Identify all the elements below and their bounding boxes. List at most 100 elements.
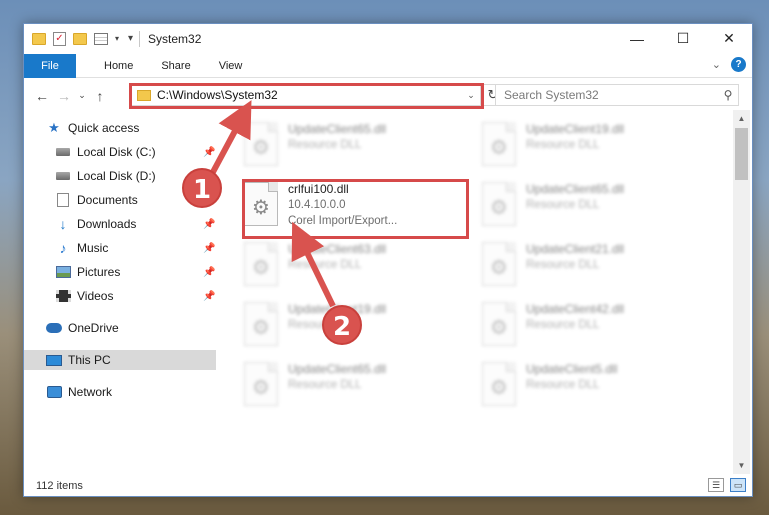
computer-icon [46,353,62,367]
pin-icon[interactable]: 📌 [203,267,215,278]
tab-file[interactable]: File [24,53,76,78]
downloads-icon: ↓ [59,216,67,232]
search-icon[interactable]: ⚲ [718,88,738,102]
list-item[interactable]: ⚙ UpdateClient21.dll Resource DLL [482,240,712,292]
scroll-up-icon[interactable]: ▲ [733,110,750,127]
item-count: 112 items [36,479,83,492]
network-icon [46,385,62,399]
view-switcher: ☰ ▭ [708,478,746,492]
gear-icon: ⚙ [252,377,270,399]
drive-icon [55,169,71,183]
sidebar-item-label: Quick access [68,121,140,135]
list-item[interactable]: ⚙ UpdateClient63.dll Resource DLL [244,240,474,292]
gear-icon: ⚙ [252,137,270,159]
dll-file-icon: ⚙ [244,122,278,166]
up-button[interactable]: ↑ [89,85,111,107]
details-view-icon[interactable]: ☰ [708,478,724,492]
vertical-scrollbar[interactable]: ▲ ▼ [733,110,750,474]
quick-access-toolbar: ✓ ▾ ▾ [24,31,133,46]
pin-icon[interactable]: 📌 [203,291,215,302]
pin-icon[interactable]: 📌 [203,147,215,158]
dll-file-icon: ⚙ [482,122,516,166]
list-item[interactable]: ⚙ UpdateClient5.dll Resource DLL [482,360,712,412]
scroll-down-icon[interactable]: ▼ [733,457,750,474]
sidebar-item-label: Network [68,385,113,399]
properties-check-icon[interactable]: ✓ [53,31,66,46]
sidebar-item-documents[interactable]: Documents [55,190,138,210]
dll-file-icon: ⚙ [244,362,278,406]
expand-ribbon-icon[interactable]: ⌄ [712,58,721,71]
window-controls: — ☐ ✕ [614,24,752,53]
dll-file-icon: ⚙ [482,182,516,226]
customize-toolbar-icon[interactable]: ▾ [128,33,133,44]
list-item[interactable]: ⚙ UpdateClient65.dll Resource DLL [244,120,474,172]
drive-icon [55,145,71,159]
sidebar-item-music[interactable]: ♪ Music 📌 [55,238,216,258]
search-box[interactable]: ⚲ [495,84,739,106]
sidebar-item-pictures[interactable]: Pictures 📌 [55,262,215,282]
tab-share[interactable]: Share [147,54,204,78]
sidebar-item-label: Pictures [77,265,121,279]
maximize-button[interactable]: ☐ [660,24,706,53]
scroll-thumb[interactable] [735,128,748,180]
step-2-badge: 2 [322,305,362,345]
sidebar-item-local-disk-d[interactable]: Local Disk (D:) [55,166,156,186]
back-button[interactable]: ← [31,85,53,107]
title-divider [139,30,141,47]
tab-view[interactable]: View [205,54,257,78]
tab-home[interactable]: Home [90,54,147,78]
sidebar-item-label: Local Disk (C:) [77,145,156,159]
sidebar-item-onedrive[interactable]: OneDrive [46,318,119,338]
ribbon-controls: ⌄ ? [712,57,746,72]
sidebar-item-label: Documents [77,193,138,207]
navigation-pane: ★ Quick access Local Disk (C:) 📌 Local D… [24,118,216,474]
minimize-button[interactable]: — [614,24,660,53]
sidebar-item-local-disk-c[interactable]: Local Disk (C:) 📌 [55,142,215,162]
pictures-icon [55,265,71,279]
file-list: ⚙ UpdateClient65.dll Resource DLL ⚙ Updat… [228,110,730,474]
gear-icon: ⚙ [490,317,508,339]
title-bar: ✓ ▾ ▾ System32 — ☐ ✕ [24,24,752,53]
tiles-view-icon[interactable]: ▭ [730,478,746,492]
sidebar-item-label: Music [77,241,109,255]
sidebar-item-label: Videos [77,289,114,303]
close-button[interactable]: ✕ [706,24,752,53]
list-item[interactable]: ⚙ UpdateClient42.dll Resource DLL [482,300,712,352]
file-highlight-box [242,179,469,239]
new-folder-icon[interactable] [73,32,87,45]
ribbon-tabs: File Home Share View ⌄ ? [24,53,752,78]
gear-icon: ⚙ [490,257,508,279]
chevron-down-icon[interactable]: ▾ [115,34,119,43]
help-icon[interactable]: ? [731,57,746,72]
recent-locations-icon[interactable]: ⌄ [75,85,89,107]
sidebar-item-quick-access[interactable]: ★ Quick access [46,118,139,138]
gear-icon: ⚙ [490,197,508,219]
onedrive-icon [46,321,62,335]
forward-button[interactable]: → [53,85,75,107]
sidebar-item-network[interactable]: Network [46,382,112,402]
pin-icon[interactable]: 📌 [203,243,215,254]
gear-icon: ⚙ [490,377,508,399]
music-icon: ♪ [59,240,67,256]
sidebar-item-label: This PC [68,353,111,367]
search-input[interactable] [496,88,718,102]
videos-icon [55,289,71,303]
window-title: System32 [148,31,202,46]
list-item[interactable]: ⚙ UpdateClient65.dll Resource DLL [482,180,712,232]
list-item[interactable]: ⚙ UpdateClient19.dllResource DLL [482,120,712,172]
dll-file-icon: ⚙ [482,362,516,406]
sidebar-item-this-pc[interactable]: This PC [24,350,216,370]
documents-icon [55,193,71,207]
gear-icon: ⚙ [490,137,508,159]
sidebar-item-downloads[interactable]: ↓ Downloads 📌 [55,214,216,234]
dll-file-icon: ⚙ [244,242,278,286]
dll-file-icon: ⚙ [244,302,278,346]
status-bar: 112 items ☰ ▭ [24,475,752,496]
sidebar-item-label: Downloads [77,217,137,231]
list-item[interactable]: ⚙ UpdateClient65.dll Resource DLL [244,360,474,412]
details-icon[interactable] [94,32,108,45]
sidebar-item-videos[interactable]: Videos 📌 [55,286,215,306]
pin-icon[interactable]: 📌 [203,219,215,230]
folder-icon[interactable] [32,32,46,45]
dll-file-icon: ⚙ [482,302,516,346]
